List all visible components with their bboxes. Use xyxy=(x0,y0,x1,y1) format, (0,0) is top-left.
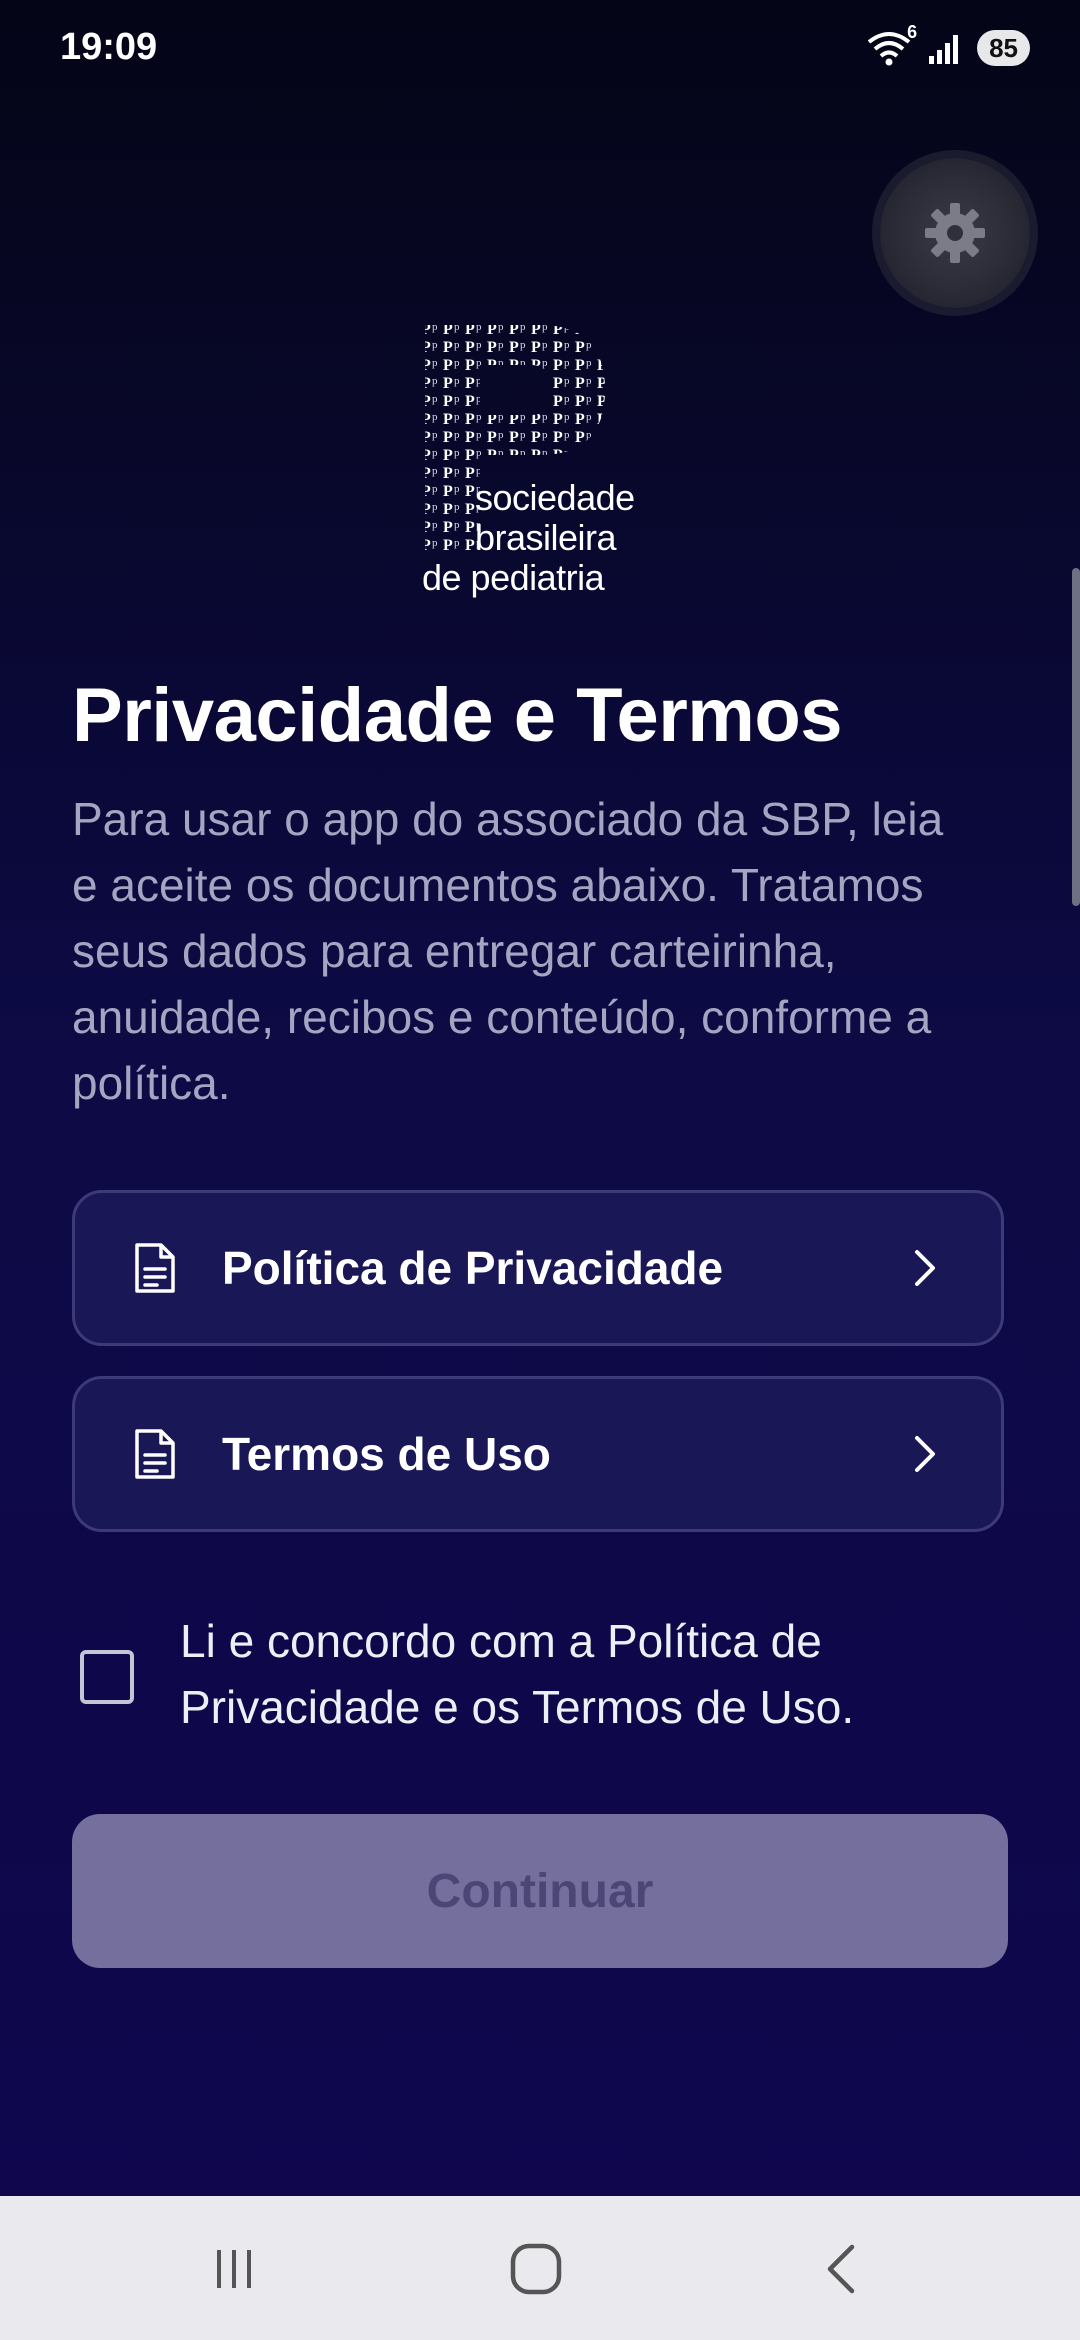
logo-line-3: de pediatria xyxy=(422,557,605,598)
battery-level: 85 xyxy=(989,33,1018,63)
home-icon xyxy=(508,2241,564,2302)
wifi-badge: 6 xyxy=(907,22,918,42)
status-bar: 19:09 6 85 xyxy=(0,0,1080,100)
recent-apps-icon xyxy=(209,2244,259,2299)
document-icon xyxy=(130,1424,180,1484)
privacy-policy-label: Política de Privacidade xyxy=(222,1242,724,1294)
status-time: 19:09 xyxy=(60,26,158,68)
chevron-right-icon xyxy=(909,1432,939,1476)
terms-of-use-label: Termos de Uso xyxy=(222,1428,551,1480)
terms-of-use-button[interactable]: Termos de Uso xyxy=(72,1376,1004,1532)
back-button[interactable] xyxy=(800,2236,880,2306)
status-icons: 6 85 xyxy=(865,22,1030,68)
home-button[interactable] xyxy=(496,2236,576,2306)
back-icon xyxy=(820,2241,860,2302)
settings-button[interactable] xyxy=(880,158,1030,308)
page-description: Para usar o app do associado da SBP, lei… xyxy=(72,793,944,1109)
system-nav-bar xyxy=(0,2196,1080,2340)
continue-button[interactable]: Continuar xyxy=(72,1814,1008,1968)
battery-icon: 85 xyxy=(977,30,1030,66)
logo-text-top: sociedade brasileira xyxy=(475,478,635,558)
recent-apps-button[interactable] xyxy=(194,2236,274,2306)
consent-checkbox[interactable] xyxy=(80,1650,134,1704)
logo-line-1: sociedade xyxy=(475,477,635,518)
signal-icon xyxy=(927,30,963,66)
privacy-policy-button[interactable]: Política de Privacidade xyxy=(72,1190,1004,1346)
continue-label: Continuar xyxy=(426,1864,654,1918)
scrollbar-thumb[interactable] xyxy=(1072,568,1080,906)
page-title: Privacidade e Termos xyxy=(72,673,843,758)
logo-line-2: brasileira xyxy=(475,517,617,558)
wifi-icon: 6 xyxy=(865,22,917,68)
gear-icon xyxy=(923,201,987,265)
consent-label[interactable]: Li e concordo com a Política de Privacid… xyxy=(180,1608,1000,1740)
document-icon xyxy=(130,1238,180,1298)
chevron-right-icon xyxy=(909,1246,939,1290)
